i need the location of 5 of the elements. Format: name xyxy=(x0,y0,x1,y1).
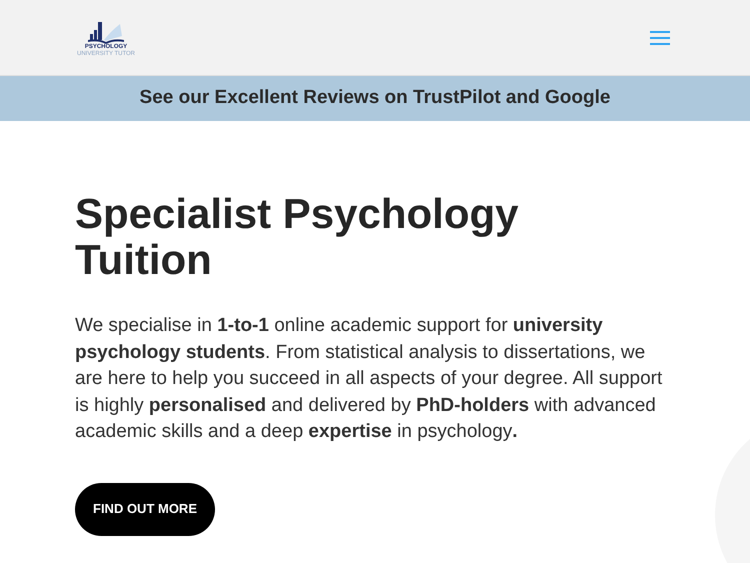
hero-paragraph: We specialise in 1-to-1 online academic support for university psychology students. From statistical analysis to dissertations, we are here to help you succeed in all aspects of your degree. All support is highly personalised and delivered by PhD-holders with advanced academic skills and a deep expertise in psychology. xyxy=(75,314,664,444)
menu-icon[interactable] xyxy=(650,30,670,44)
find-out-more-button[interactable]: FIND OUT MORE xyxy=(75,482,215,536)
hero-heading: Specialist Psychology Tuition xyxy=(75,191,520,283)
reviews-link[interactable]: See our Excellent Reviews on TrustPilot and Google xyxy=(140,84,610,113)
